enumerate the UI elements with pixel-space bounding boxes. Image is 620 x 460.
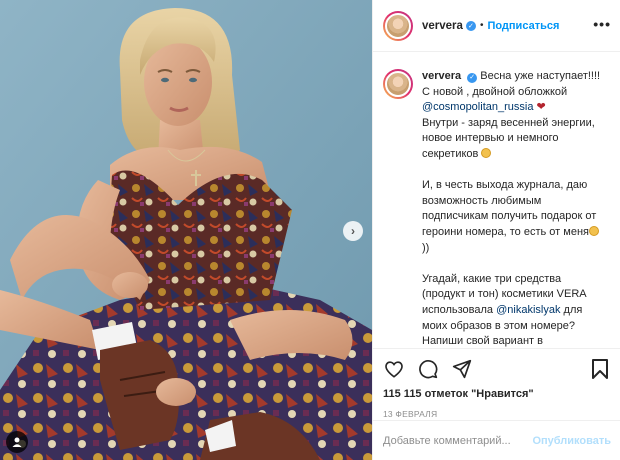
photo-illustration — [0, 0, 372, 460]
caption-avatar[interactable] — [383, 69, 413, 99]
mention-link[interactable]: @nikakislyak — [496, 304, 560, 316]
caption-line-4: Угадай, какие три средства (продукт и то… — [422, 272, 602, 334]
post-sidebar: ververa ✓ • Подписаться ••• ververa ✓ Ве… — [372, 0, 620, 460]
post-date[interactable]: 13 ФЕВРАЛЯ — [383, 409, 611, 419]
bookmark-icon[interactable] — [589, 358, 611, 380]
comment-bar: Опубликовать — [373, 420, 620, 460]
caption-line-3-text: И, в честь выхода журнала, даю возможнос… — [422, 179, 597, 238]
post-header: ververa ✓ • Подписаться ••• — [373, 0, 620, 52]
caption-row: ververa ✓ Весна уже наступает!!!! С ново… — [383, 69, 611, 348]
post-photo[interactable]: › — [0, 0, 372, 460]
caption-text: ververa ✓ Весна уже наступает!!!! С ново… — [422, 69, 602, 348]
likes-count[interactable]: 115 115 отметок "Нравится" — [383, 388, 611, 400]
publish-button[interactable]: Опубликовать — [532, 435, 611, 447]
verified-icon: ✓ — [467, 72, 478, 83]
mention-link[interactable]: @cosmopolitan_russia — [422, 101, 533, 113]
caption-username[interactable]: ververa — [422, 70, 461, 82]
caption-area: ververa ✓ Весна уже наступает!!!! С ново… — [373, 53, 620, 348]
verified-icon: ✓ — [465, 20, 476, 31]
smile-emoji-icon — [588, 225, 599, 236]
more-options-icon[interactable]: ••• — [593, 17, 611, 31]
person-tag-icon[interactable] — [6, 431, 28, 453]
username-link[interactable]: ververa — [422, 20, 463, 32]
caption-line-3: И, в честь выхода журнала, даю возможнос… — [422, 178, 602, 256]
shy-emoji-icon — [481, 147, 492, 158]
action-icons — [383, 358, 611, 380]
caption-line-2: Внутри - заряд весенней энергии, новое и… — [422, 116, 602, 163]
separator-dot: • — [479, 20, 484, 31]
caption-line-5: Напиши свой вариант в комментарии под эт… — [422, 335, 543, 348]
chevron-right-icon[interactable]: › — [343, 221, 363, 241]
comment-input[interactable] — [383, 434, 533, 447]
avatar[interactable] — [383, 10, 413, 41]
heart-icon[interactable] — [383, 358, 405, 380]
follow-button[interactable]: Подписаться — [487, 20, 559, 32]
caption-line-2-text: Внутри - заряд весенней энергии, новое и… — [422, 116, 595, 160]
broken-heart-emoji-icon: ❤ — [536, 101, 546, 114]
share-icon[interactable] — [451, 358, 473, 380]
caption-line-3-end: )) — [422, 241, 430, 254]
comment-icon[interactable] — [417, 358, 439, 380]
